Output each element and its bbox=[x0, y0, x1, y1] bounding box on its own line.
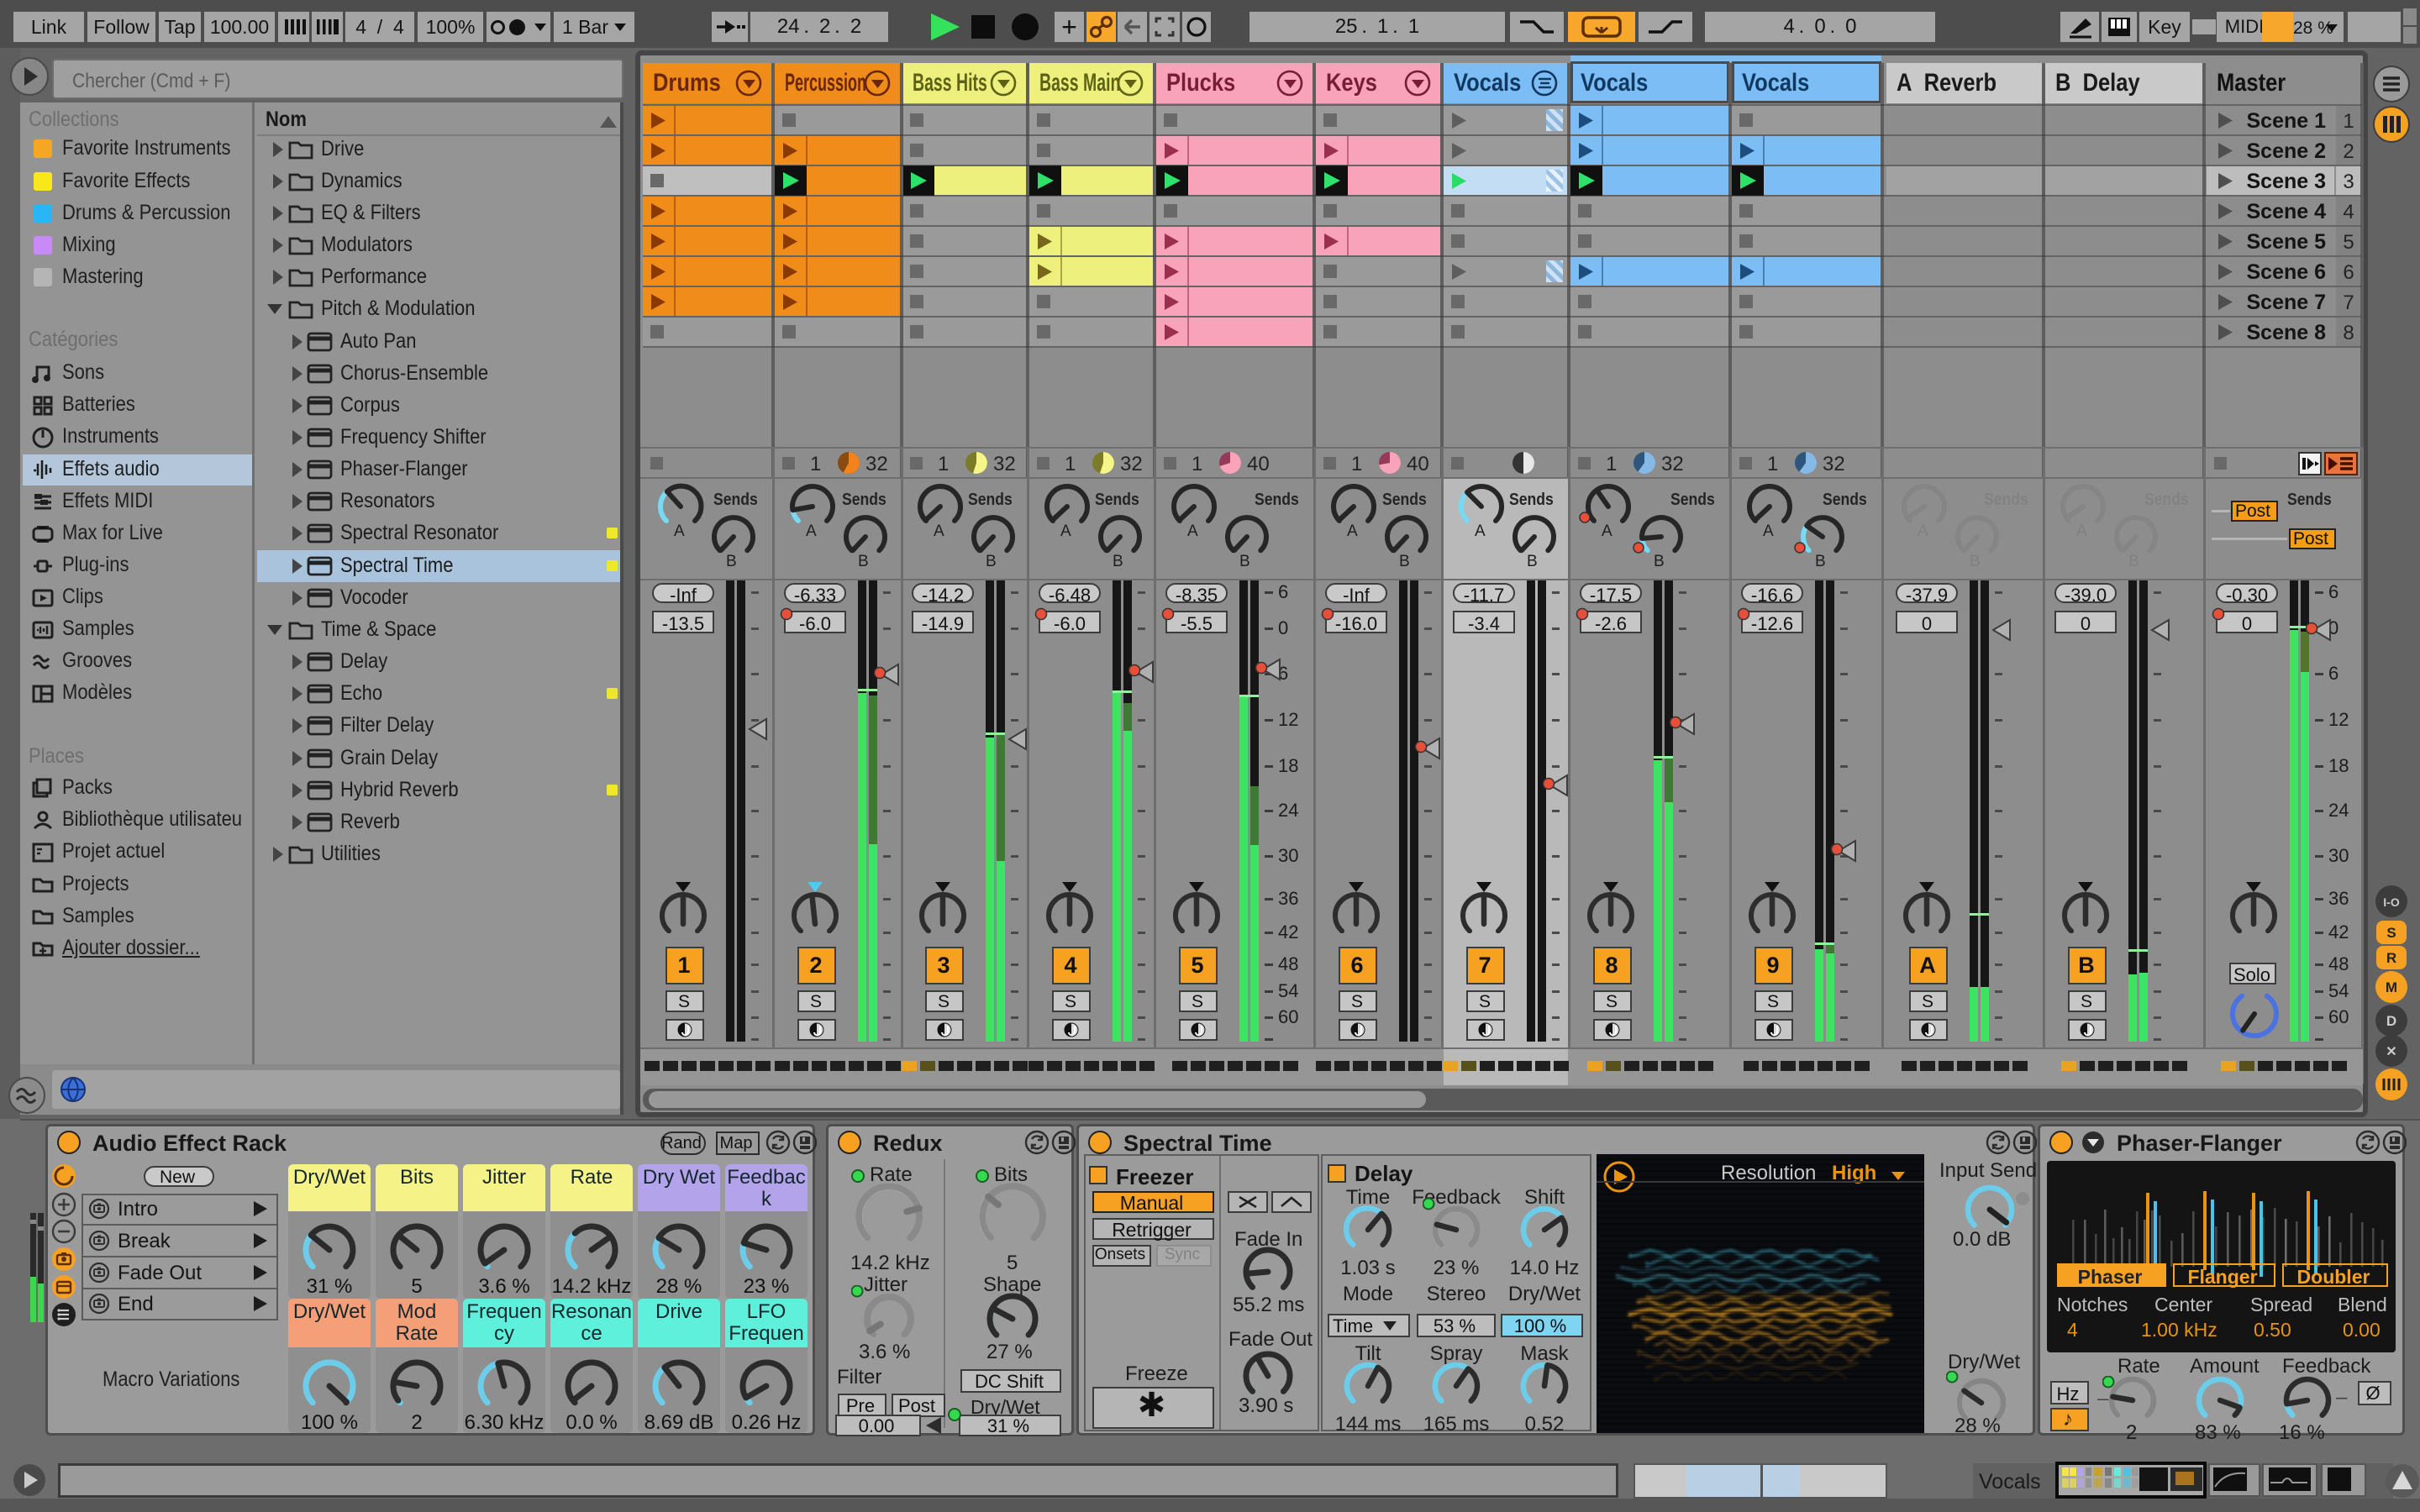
svg-text:M: M bbox=[2386, 979, 2397, 995]
svg-text:R: R bbox=[2386, 950, 2396, 966]
svg-text:I-O: I-O bbox=[2383, 895, 2400, 909]
svg-text:✕: ✕ bbox=[2386, 1045, 2396, 1059]
svg-text:S: S bbox=[2386, 925, 2396, 941]
svg-text:D: D bbox=[2386, 1013, 2396, 1029]
